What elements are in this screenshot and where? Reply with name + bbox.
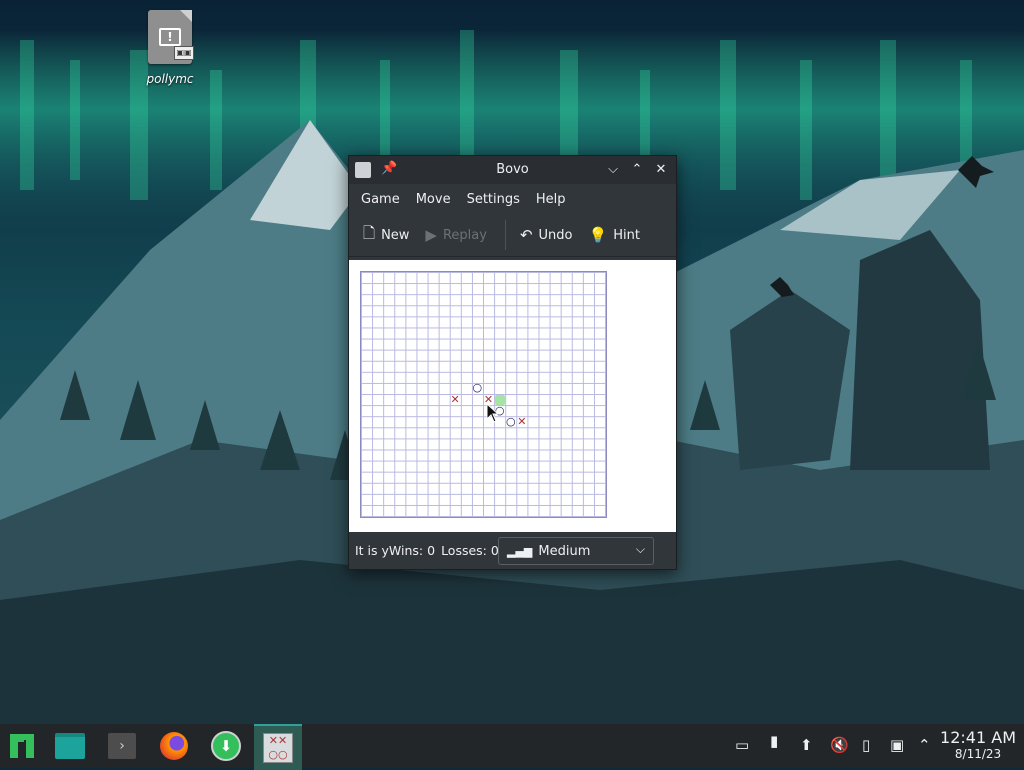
losses-count: Losses: 0 xyxy=(441,543,499,558)
menu-bar: Game Move Settings Help xyxy=(349,184,676,214)
replay-button[interactable]: ▶ Replay xyxy=(419,219,493,251)
minimize-button[interactable]: ⌵ xyxy=(603,160,623,180)
firefox-icon xyxy=(160,732,188,760)
chevron-up-icon[interactable]: ⌃ xyxy=(918,736,931,754)
o-piece: ○ xyxy=(472,381,483,395)
volume-muted-icon[interactable]: 🔇 xyxy=(830,736,849,754)
network-icon[interactable]: ▣ xyxy=(890,736,904,754)
turn-status: It is y xyxy=(355,543,389,558)
taskbar-terminal[interactable]: › xyxy=(100,726,144,766)
hint-label: Hint xyxy=(613,227,640,243)
close-button[interactable]: ✕ xyxy=(651,160,671,180)
desktop-icon-label: pollymc xyxy=(146,72,194,86)
clipboard-icon[interactable]: ▮ xyxy=(770,732,778,750)
download-icon: ⬇ xyxy=(211,731,241,761)
menu-settings[interactable]: Settings xyxy=(459,192,528,207)
update-notifier-icon[interactable]: ⬆ xyxy=(800,736,813,754)
replay-label: Replay xyxy=(442,227,487,243)
show-desktop-icon[interactable]: ▭ xyxy=(735,736,749,754)
taskbar-software-updater[interactable]: ⬇ xyxy=(204,726,248,766)
chevron-down-icon: ⌵ xyxy=(635,542,645,556)
toolbar: 🗋 New ▶ Replay ↶ Undo 💡 Hint xyxy=(349,214,676,257)
new-document-icon: 🗋 xyxy=(363,223,376,242)
manjaro-logo-icon xyxy=(10,734,34,758)
game-area: ○ ✕ ✕ ○ ○ ✕ xyxy=(349,260,676,532)
terminal-icon: › xyxy=(108,733,136,759)
new-label: New xyxy=(381,227,410,243)
menu-help[interactable]: Help xyxy=(528,192,574,207)
clock[interactable]: 12:41 AM 8/11/23 xyxy=(940,728,1016,762)
undo-button[interactable]: ↶ Undo xyxy=(514,219,579,251)
undo-label: Undo xyxy=(538,227,573,243)
difficulty-bars-icon: ▂▄▆ xyxy=(507,544,533,558)
taskbar: › ⬇ ✕✕ ○○ ▭ ▮ ⬆ 🔇 ▯ ▣ ⌃ 12:41 AM 8/11/23 xyxy=(0,724,1024,770)
application-file-icon: ! ▣▣ xyxy=(148,10,194,64)
mouse-cursor-icon xyxy=(486,403,500,423)
new-button[interactable]: 🗋 New xyxy=(357,219,415,251)
o-piece: ○ xyxy=(505,414,516,428)
difficulty-value: Medium xyxy=(538,543,591,559)
bovo-icon: ✕✕ ○○ xyxy=(263,733,293,763)
menu-move[interactable]: Move xyxy=(408,192,459,207)
undo-icon: ↶ xyxy=(519,226,533,244)
app-launcher-button[interactable] xyxy=(0,726,44,766)
game-board[interactable]: ○ ✕ ✕ ○ ○ ✕ xyxy=(360,271,607,518)
x-piece: ✕ xyxy=(450,392,460,406)
clock-date: 8/11/23 xyxy=(954,747,1002,761)
usb-device-icon[interactable]: ▯ xyxy=(862,736,870,754)
folder-icon xyxy=(55,733,85,759)
desktop-icon-pollymc[interactable]: ! ▣▣ pollymc xyxy=(138,10,202,86)
difficulty-select[interactable]: ▂▄▆ Medium ⌵ xyxy=(498,537,654,565)
x-piece: ✕ xyxy=(517,414,527,428)
hint-button[interactable]: 💡 Hint xyxy=(583,219,646,251)
lightbulb-icon: 💡 xyxy=(588,226,608,244)
maximize-button[interactable]: ⌃ xyxy=(627,160,647,180)
toolbar-separator xyxy=(504,220,506,250)
title-bar[interactable]: 📌 Bovo ⌵ ⌃ ✕ xyxy=(349,156,676,184)
taskbar-file-manager[interactable] xyxy=(48,726,92,766)
clock-time: 12:41 AM xyxy=(940,728,1016,747)
taskbar-firefox[interactable] xyxy=(152,726,196,766)
taskbar-bovo[interactable]: ✕✕ ○○ xyxy=(254,724,302,770)
status-bar: It is y Wins: 0 Losses: 0 ▂▄▆ Medium ⌵ xyxy=(349,532,676,569)
menu-game[interactable]: Game xyxy=(353,192,408,207)
play-icon: ▶ xyxy=(425,226,437,244)
bovo-window: 📌 Bovo ⌵ ⌃ ✕ Game Move Settings Help 🗋 N… xyxy=(348,155,677,570)
wins-count: Wins: 0 xyxy=(388,543,436,558)
